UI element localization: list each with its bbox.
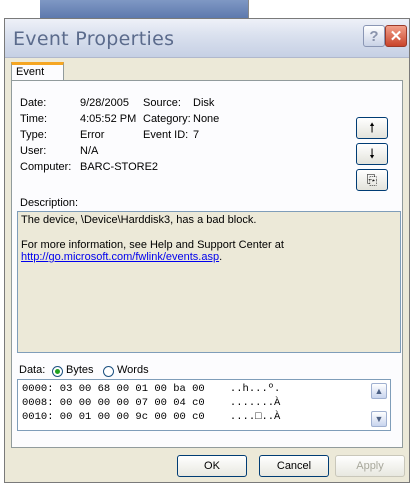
- words-radio[interactable]: [103, 366, 114, 377]
- ok-button[interactable]: OK: [177, 455, 247, 477]
- window-title: Event Properties: [13, 28, 175, 50]
- cancel-button[interactable]: Cancel: [259, 455, 329, 477]
- hex-row: 0008: 00 00 00 00 07 00 04 c0 .......À: [22, 397, 281, 409]
- copy-event-button[interactable]: ⎘: [356, 169, 388, 191]
- tab-event[interactable]: Event: [11, 62, 64, 81]
- previous-event-button[interactable]: 🠕: [356, 117, 388, 139]
- hex-row: 0010: 00 01 00 00 9c 00 00 c0 ....□..À: [22, 411, 281, 423]
- event-id-value: 7: [193, 129, 200, 141]
- arrow-up-icon: 🠕: [369, 120, 375, 135]
- words-label[interactable]: Words: [117, 364, 149, 376]
- scroll-down-button[interactable]: ▼: [371, 411, 387, 427]
- background-window-area: [248, 0, 412, 18]
- user-value: N/A: [80, 145, 99, 157]
- description-box[interactable]: The device, \Device\Harddisk3, has a bad…: [17, 211, 401, 353]
- scroll-up-button[interactable]: ▲: [371, 383, 387, 399]
- bytes-label[interactable]: Bytes: [66, 364, 94, 376]
- category-value: None: [193, 113, 220, 125]
- event-id-label: Event ID:: [143, 129, 189, 141]
- scroll-down-icon: ▼: [374, 414, 384, 424]
- event-properties-dialog: Event Properties ? ✕ Event Date: 9/28/20…: [4, 18, 410, 483]
- link-tail: .: [219, 251, 223, 263]
- description-line-2: For more information, see Help and Suppo…: [21, 239, 284, 251]
- date-label: Date:: [20, 97, 47, 109]
- user-label: User:: [20, 145, 47, 157]
- scroll-up-icon: ▲: [374, 386, 384, 396]
- copy-icon: ⎘: [366, 172, 378, 187]
- arrow-down-icon: 🠗: [369, 146, 375, 161]
- type-label: Type:: [20, 129, 47, 141]
- date-value: 9/28/2005: [80, 97, 129, 109]
- type-value: Error: [80, 129, 105, 141]
- bytes-radio[interactable]: [52, 366, 63, 377]
- help-icon[interactable]: ?: [363, 25, 385, 47]
- hex-row: 0000: 03 00 68 00 01 00 ba 00 ..h...º.: [22, 383, 281, 395]
- apply-button[interactable]: Apply: [335, 455, 405, 477]
- computer-value: BARC-STORE2: [80, 161, 159, 173]
- close-icon[interactable]: ✕: [385, 25, 407, 47]
- computer-label: Computer:: [20, 161, 72, 173]
- source-value: Disk: [193, 97, 215, 109]
- data-label: Data:: [19, 364, 46, 376]
- title-bar[interactable]: Event Properties ? ✕: [5, 19, 409, 58]
- data-hex-box[interactable]: 0000: 03 00 68 00 01 00 ba 00 ..h...º. 0…: [17, 379, 391, 431]
- description-line-1: The device, \Device\Harddisk3, has a bad…: [21, 214, 257, 226]
- description-label: Description:: [20, 197, 79, 209]
- source-label: Source:: [143, 97, 181, 109]
- time-value: 4:05:52 PM: [80, 113, 137, 125]
- category-label: Category:: [143, 113, 191, 125]
- time-label: Time:: [20, 113, 48, 125]
- next-event-button[interactable]: 🠗: [356, 143, 388, 165]
- help-link[interactable]: http://go.microsoft.com/fwlink/events.as…: [21, 251, 219, 263]
